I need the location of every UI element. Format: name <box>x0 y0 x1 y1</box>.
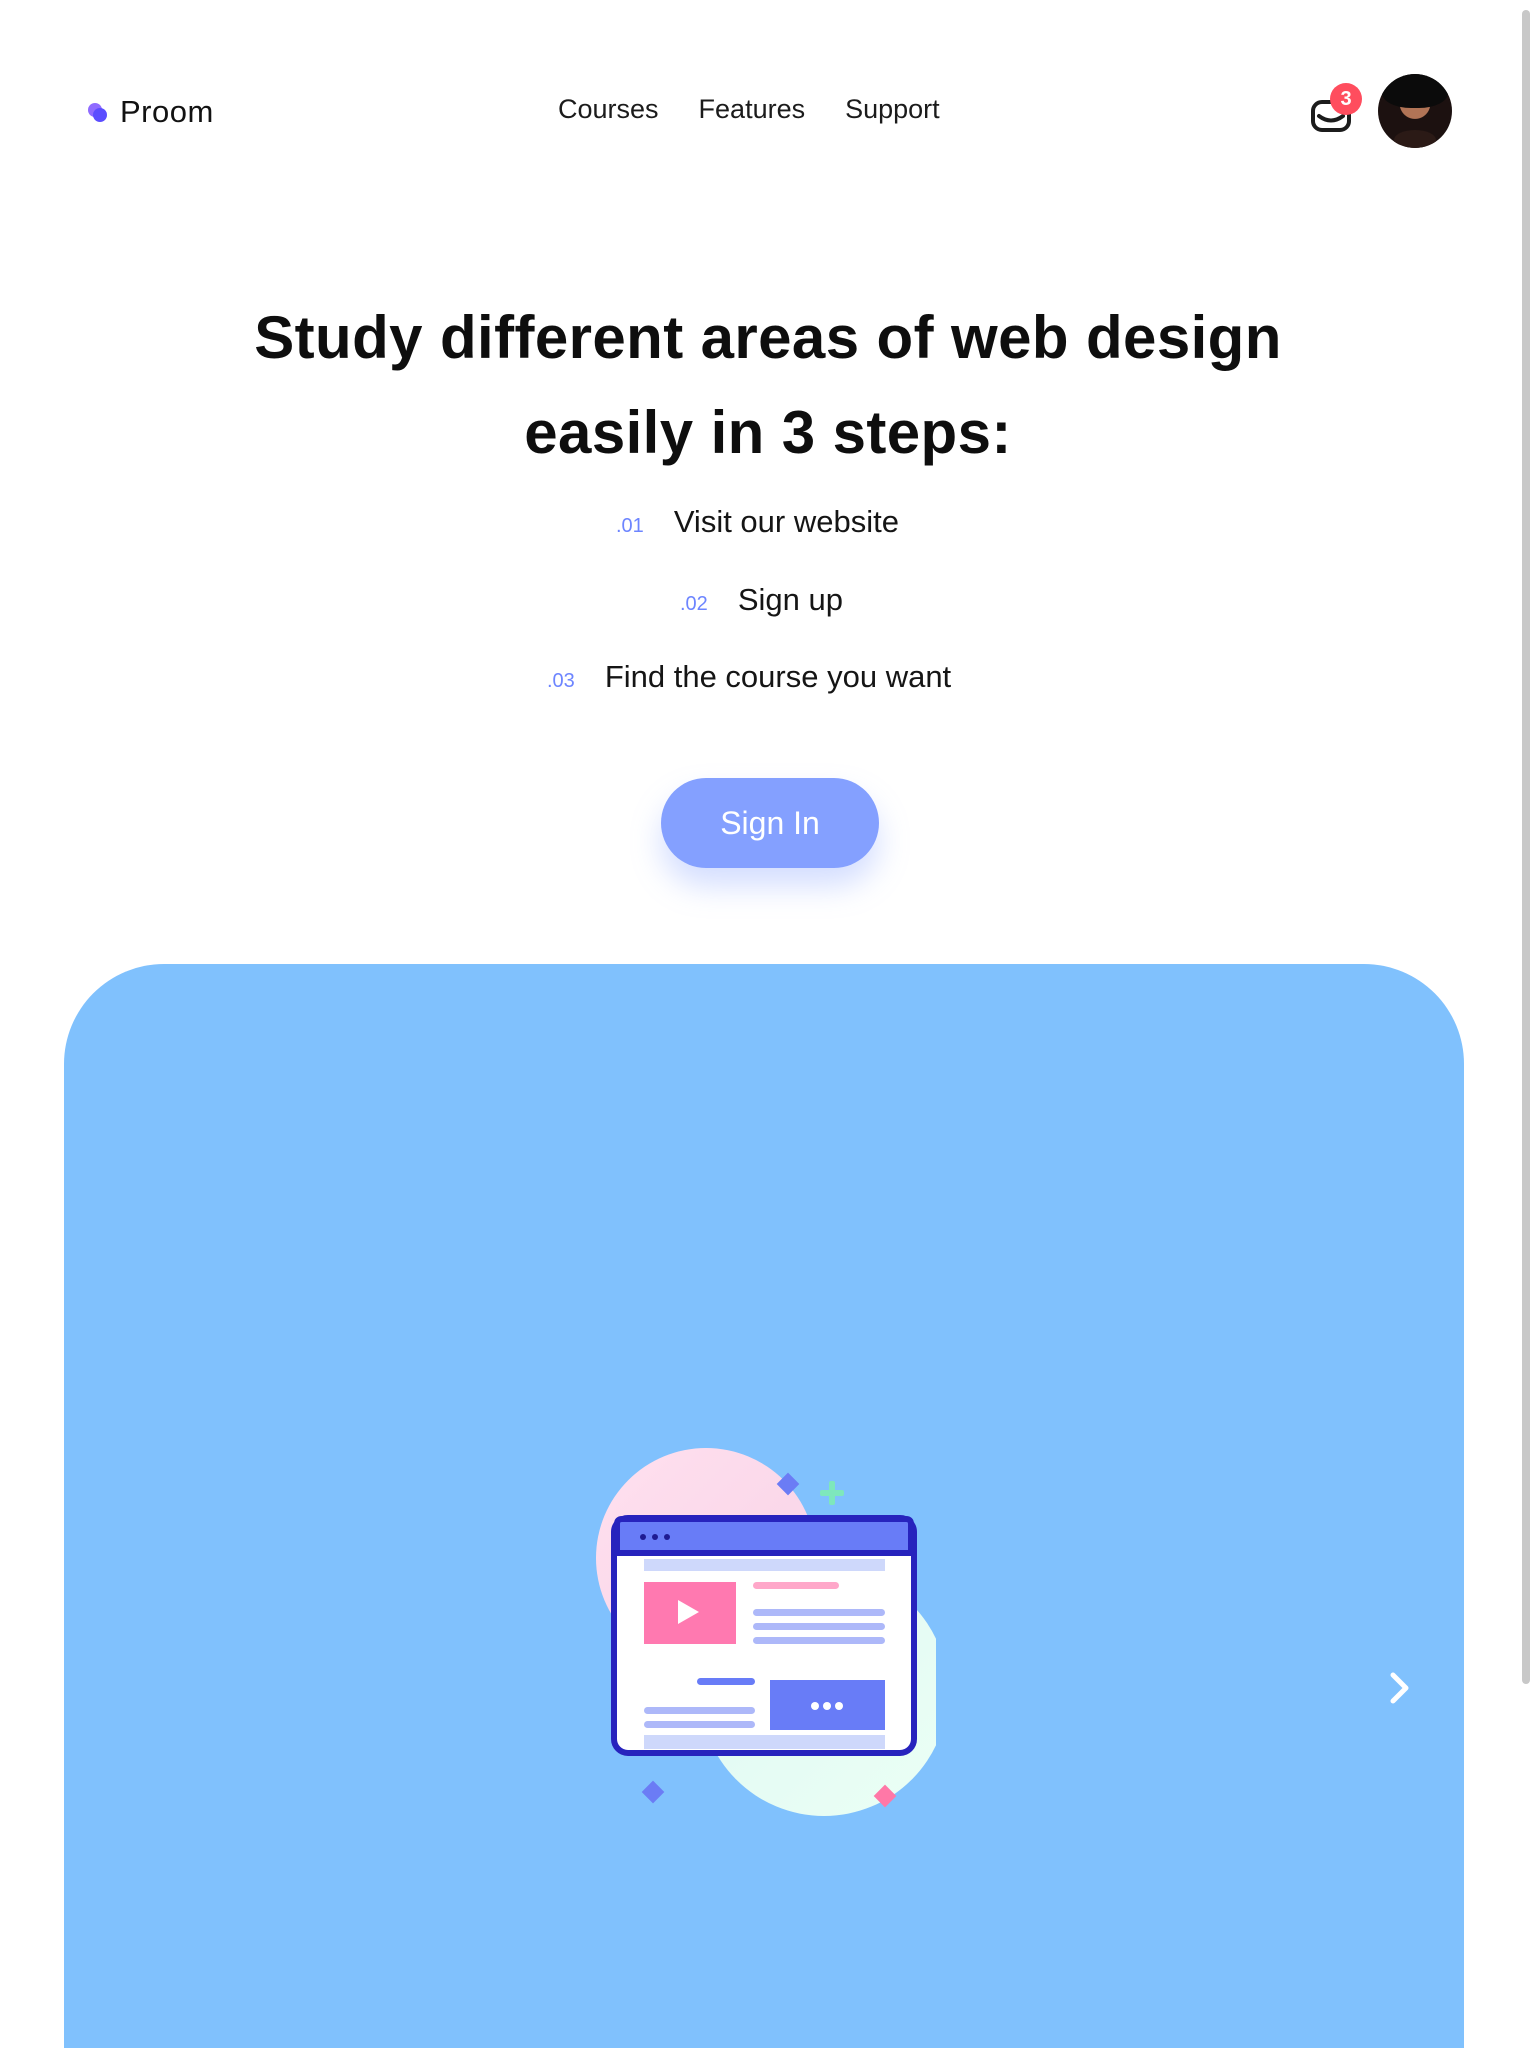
brand-name: Proom <box>120 94 214 129</box>
nav-features[interactable]: Features <box>699 94 806 125</box>
avatar[interactable] <box>1378 74 1452 148</box>
nav-courses[interactable]: Courses <box>558 94 659 125</box>
sign-in-button[interactable]: Sign In <box>661 778 879 868</box>
notification-badge: 3 <box>1330 83 1362 115</box>
hero-title: Study different areas of web design easi… <box>0 290 1536 480</box>
step-number: .03 <box>547 670 575 692</box>
step-text: Sign up <box>737 582 843 617</box>
browser-illustration <box>596 1448 936 1816</box>
step-text: Find the course you want <box>604 659 952 694</box>
logo[interactable]: Proom <box>86 94 214 130</box>
step-text: Visit our website <box>673 504 899 539</box>
logo-icon <box>86 101 108 123</box>
chevron-right-icon[interactable] <box>1382 1668 1416 1708</box>
main-nav: Courses Features Support <box>558 94 940 125</box>
hero-title-line-2: easily in 3 steps: <box>524 399 1012 467</box>
scrollbar-thumb[interactable] <box>1522 10 1530 1684</box>
step-3: .03 Find the course you want <box>547 659 951 695</box>
step-2: .02 Sign up <box>680 582 843 618</box>
step-number: .02 <box>680 593 708 615</box>
step-number: .01 <box>616 515 644 537</box>
step-1: .01 Visit our website <box>616 504 899 540</box>
hero-title-line-1: Study different areas of web design <box>254 304 1282 372</box>
nav-support[interactable]: Support <box>845 94 940 125</box>
header: Proom Courses Features Support 3 <box>0 0 1536 230</box>
